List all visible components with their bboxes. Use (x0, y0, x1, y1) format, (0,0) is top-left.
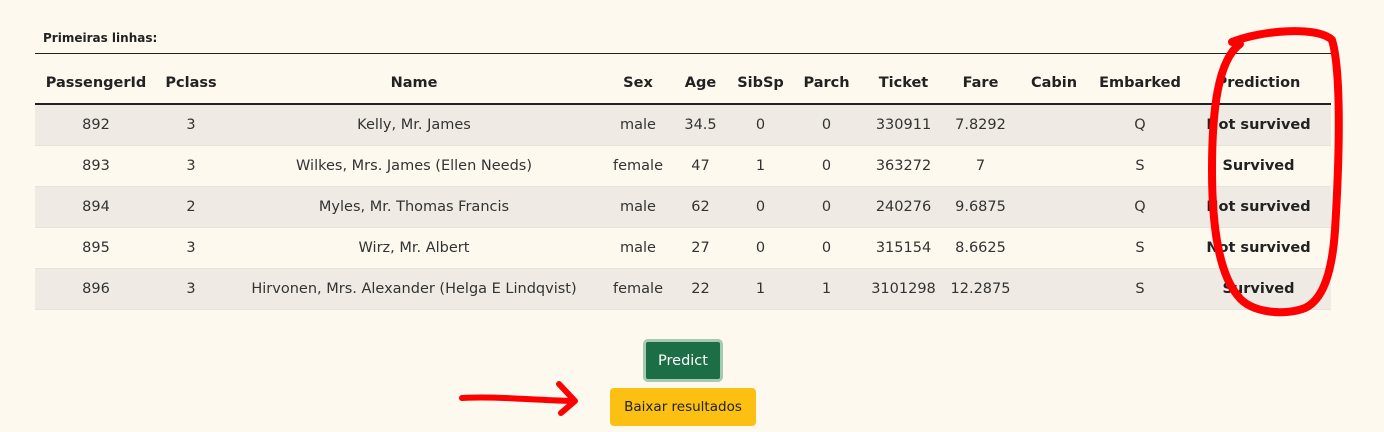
cell-passengerid: 892 (35, 104, 157, 146)
cell-sex: male (603, 186, 673, 228)
cell-cabin (1014, 268, 1094, 310)
cell-age: 27 (673, 227, 728, 269)
cell-fare: 9.6875 (947, 186, 1014, 228)
cell-cabin (1014, 186, 1094, 228)
cell-embarked: S (1094, 227, 1186, 269)
cell-embarked: S (1094, 268, 1186, 310)
cell-sex: female (603, 145, 673, 187)
cell-embarked: S (1094, 145, 1186, 187)
cell-ticket: 363272 (860, 145, 947, 187)
cell-embarked: Q (1094, 104, 1186, 146)
table-row: 894 2 Myles, Mr. Thomas Francis male 62 … (35, 186, 1331, 228)
cell-sex: male (603, 104, 673, 146)
col-header-pclass: Pclass (157, 63, 225, 105)
table-caption: Primeiras linhas: (43, 31, 158, 45)
cell-age: 62 (673, 186, 728, 228)
download-results-button[interactable]: Baixar resultados (610, 388, 756, 426)
col-header-fare: Fare (947, 63, 1014, 105)
cell-passengerid: 893 (35, 145, 157, 187)
cell-parch: 0 (793, 145, 860, 187)
cell-prediction: Survived (1186, 268, 1331, 310)
col-header-passengerid: PassengerId (35, 63, 157, 105)
col-header-name: Name (225, 63, 603, 105)
cell-embarked: Q (1094, 186, 1186, 228)
cell-passengerid: 895 (35, 227, 157, 269)
cell-pclass: 3 (157, 268, 225, 310)
table-row: 892 3 Kelly, Mr. James male 34.5 0 0 330… (35, 104, 1331, 146)
caption-divider (35, 53, 1331, 54)
col-header-ticket: Ticket (860, 63, 947, 105)
cell-pclass: 3 (157, 104, 225, 146)
table-row: 893 3 Wilkes, Mrs. James (Ellen Needs) f… (35, 145, 1331, 187)
cell-age: 22 (673, 268, 728, 310)
cell-sibsp: 0 (728, 104, 793, 146)
cell-ticket: 315154 (860, 227, 947, 269)
cell-cabin (1014, 145, 1094, 187)
cell-pclass: 3 (157, 145, 225, 187)
cell-parch: 0 (793, 227, 860, 269)
cell-passengerid: 896 (35, 268, 157, 310)
cell-sibsp: 0 (728, 227, 793, 269)
table-row: 895 3 Wirz, Mr. Albert male 27 0 0 31515… (35, 227, 1331, 269)
cell-ticket: 240276 (860, 186, 947, 228)
col-header-parch: Parch (793, 63, 860, 105)
col-header-embarked: Embarked (1094, 63, 1186, 105)
cell-sibsp: 1 (728, 268, 793, 310)
cell-sibsp: 1 (728, 145, 793, 187)
col-header-cabin: Cabin (1014, 63, 1094, 105)
cell-name: Myles, Mr. Thomas Francis (225, 186, 603, 228)
col-header-sex: Sex (603, 63, 673, 105)
cell-prediction: Not survived (1186, 104, 1331, 146)
predict-button[interactable]: Predict (643, 339, 723, 382)
red-arrow-annotation (459, 381, 578, 416)
cell-pclass: 3 (157, 227, 225, 269)
cell-parch: 0 (793, 104, 860, 146)
col-header-age: Age (673, 63, 728, 105)
cell-cabin (1014, 104, 1094, 146)
cell-prediction: Not survived (1186, 227, 1331, 269)
col-header-sibsp: SibSp (728, 63, 793, 105)
cell-fare: 12.2875 (947, 268, 1014, 310)
cell-fare: 8.6625 (947, 227, 1014, 269)
cell-name: Wirz, Mr. Albert (225, 227, 603, 269)
cell-fare: 7 (947, 145, 1014, 187)
table-header-row: PassengerId Pclass Name Sex Age SibSp Pa… (35, 63, 1331, 105)
cell-prediction: Not survived (1186, 186, 1331, 228)
cell-sibsp: 0 (728, 186, 793, 228)
cell-sex: female (603, 268, 673, 310)
cell-name: Wilkes, Mrs. James (Ellen Needs) (225, 145, 603, 187)
cell-fare: 7.8292 (947, 104, 1014, 146)
col-header-prediction: Prediction (1186, 63, 1331, 105)
cell-ticket: 330911 (860, 104, 947, 146)
cell-pclass: 2 (157, 186, 225, 228)
results-table: PassengerId Pclass Name Sex Age SibSp Pa… (35, 63, 1331, 310)
cell-name: Hirvonen, Mrs. Alexander (Helga E Lindqv… (225, 268, 603, 310)
cell-parch: 0 (793, 186, 860, 228)
cell-ticket: 3101298 (860, 268, 947, 310)
cell-passengerid: 894 (35, 186, 157, 228)
cell-sex: male (603, 227, 673, 269)
cell-parch: 1 (793, 268, 860, 310)
cell-cabin (1014, 227, 1094, 269)
cell-prediction: Survived (1186, 145, 1331, 187)
table-row: 896 3 Hirvonen, Mrs. Alexander (Helga E … (35, 268, 1331, 310)
cell-age: 47 (673, 145, 728, 187)
cell-age: 34.5 (673, 104, 728, 146)
cell-name: Kelly, Mr. James (225, 104, 603, 146)
